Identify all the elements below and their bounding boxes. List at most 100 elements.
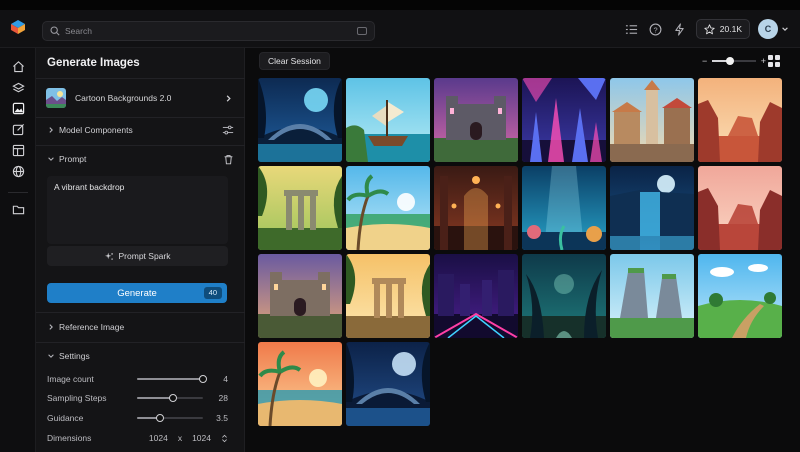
settings-section[interactable]: Settings: [47, 348, 234, 364]
gallery-image-red-desert-canyon[interactable]: [698, 78, 782, 162]
gallery-image-twisted-forest-path[interactable]: [522, 254, 606, 338]
gallery-image-sunlit-ancient-ruins[interactable]: [346, 254, 430, 338]
image-count-setting: Image count 4: [47, 372, 228, 386]
sparkle-icon: [104, 252, 113, 260]
chevron-right-icon: [226, 94, 231, 102]
gallery-image-crystal-cave-neon[interactable]: [522, 78, 606, 162]
left-nav-rail: [0, 48, 36, 452]
gallery-image-ruined-fortress-twilight[interactable]: [434, 78, 518, 162]
top-bar: Search ? 20.1K C: [0, 10, 800, 48]
gallery-image-gothic-hall-interior[interactable]: [434, 166, 518, 250]
generate-label: Generate: [117, 287, 157, 299]
clear-session-button[interactable]: Clear Session: [259, 52, 330, 70]
prompt-textarea[interactable]: A vibrant backdrop: [47, 176, 228, 244]
gallery-image-moonlit-blue-bridge[interactable]: [346, 342, 430, 426]
prompt-spark-label: Prompt Spark: [118, 251, 171, 261]
trash-icon[interactable]: [223, 154, 234, 165]
svg-text:?: ?: [654, 25, 658, 34]
divider: [36, 78, 245, 79]
template-icon[interactable]: [10, 142, 26, 158]
gallery-image-night-arch-bridge[interactable]: [258, 78, 342, 162]
panel-title: Generate Images: [47, 57, 140, 69]
sampling-steps-value: 28: [218, 393, 228, 403]
chevron-down-icon: [782, 27, 788, 31]
dimension-separator: x: [177, 433, 183, 443]
prompt-label: Prompt: [59, 154, 87, 164]
divider: [36, 312, 245, 313]
help-icon[interactable]: ?: [648, 21, 664, 37]
grid-view-icon[interactable]: [768, 55, 780, 67]
lightning-icon[interactable]: [672, 21, 688, 37]
guidance-setting: Guidance 3.5: [47, 411, 228, 425]
gallery-image-jungle-temple-ruins[interactable]: [258, 166, 342, 250]
gallery-image-sunset-beach-clouds[interactable]: [258, 342, 342, 426]
model-components-section[interactable]: Model Components: [47, 122, 234, 138]
folder-icon[interactable]: [10, 201, 26, 217]
model-selector[interactable]: Cartoon Backgrounds 2.0: [46, 86, 233, 110]
home-icon[interactable]: [10, 58, 26, 74]
search-icon: [50, 26, 60, 36]
sampling-steps-label: Sampling Steps: [47, 393, 107, 403]
gallery-image-underwater-reef-light[interactable]: [522, 166, 606, 250]
divider: [36, 117, 245, 118]
layers-icon[interactable]: [10, 80, 26, 96]
window-top-band: [0, 0, 800, 10]
width-input[interactable]: 1024: [149, 433, 168, 443]
gallery-image-tropical-beach-palms[interactable]: [346, 166, 430, 250]
model-name: Cartoon Backgrounds 2.0: [75, 93, 172, 103]
reference-image-section[interactable]: Reference Image: [47, 319, 234, 335]
avatar[interactable]: C: [758, 19, 778, 39]
dimensions-setting: Dimensions 1024 x 1024: [47, 431, 228, 445]
chevron-down-icon: [48, 157, 54, 161]
keyboard-shortcut-icon: [357, 27, 367, 35]
height-input[interactable]: 1024: [192, 433, 211, 443]
guidance-value: 3.5: [216, 413, 228, 423]
list-icon[interactable]: [624, 21, 640, 37]
image-count-value: 4: [223, 374, 228, 384]
globe-icon[interactable]: [10, 163, 26, 179]
guidance-slider[interactable]: [137, 414, 203, 422]
gallery-image-neon-city-street[interactable]: [434, 254, 518, 338]
image-count-label: Image count: [47, 374, 94, 384]
prompt-section[interactable]: Prompt: [47, 151, 234, 167]
divider: [36, 145, 245, 146]
search-input[interactable]: Search: [65, 26, 357, 36]
image-gallery: [258, 78, 782, 426]
swap-icon[interactable]: [221, 434, 228, 443]
chevron-right-icon: [49, 127, 53, 133]
model-components-label: Model Components: [59, 125, 133, 135]
guidance-label: Guidance: [47, 413, 84, 423]
gallery-image-moonlit-waterfall[interactable]: [610, 166, 694, 250]
model-thumbnail: [46, 88, 66, 108]
sampling-steps-setting: Sampling Steps 28: [47, 391, 228, 405]
image-icon[interactable]: [10, 100, 26, 116]
dimensions-inputs: 1024 x 1024: [149, 433, 228, 443]
sampling-steps-slider[interactable]: [137, 394, 203, 402]
gallery-image-meadow-dirt-path[interactable]: [698, 254, 782, 338]
gallery-image-red-rock-mesa[interactable]: [698, 166, 782, 250]
generate-button[interactable]: Generate 40: [47, 283, 227, 303]
credits-button[interactable]: 20.1K: [695, 19, 750, 39]
credits-count: 20.1K: [719, 24, 742, 34]
sliders-icon[interactable]: [222, 124, 234, 136]
edit-icon[interactable]: [10, 121, 26, 137]
generation-panel: Generate Images Cartoon Backgrounds 2.0 …: [36, 48, 245, 452]
image-count-slider[interactable]: [137, 375, 207, 383]
zoom-out-button[interactable]: −: [702, 56, 707, 66]
user-menu[interactable]: C: [758, 19, 789, 39]
header-actions: ? 20.1K C: [624, 17, 789, 41]
settings-label: Settings: [59, 351, 90, 361]
reference-image-label: Reference Image: [59, 322, 125, 332]
gallery-image-market-street-town[interactable]: [610, 78, 694, 162]
zoom-slider[interactable]: [712, 57, 756, 65]
gallery-image-pirate-ship-cove[interactable]: [346, 78, 430, 162]
gallery-area: Clear Session − +: [245, 48, 800, 452]
gallery-image-stone-castle-gate[interactable]: [258, 254, 342, 338]
zoom-control: − +: [702, 54, 766, 68]
app-logo-icon[interactable]: [10, 19, 26, 35]
prompt-spark-button[interactable]: Prompt Spark: [47, 246, 228, 266]
gallery-image-green-cliffs-valley[interactable]: [610, 254, 694, 338]
search-bar[interactable]: Search: [42, 21, 375, 41]
dimensions-label: Dimensions: [47, 433, 92, 443]
zoom-in-button[interactable]: +: [761, 56, 766, 66]
